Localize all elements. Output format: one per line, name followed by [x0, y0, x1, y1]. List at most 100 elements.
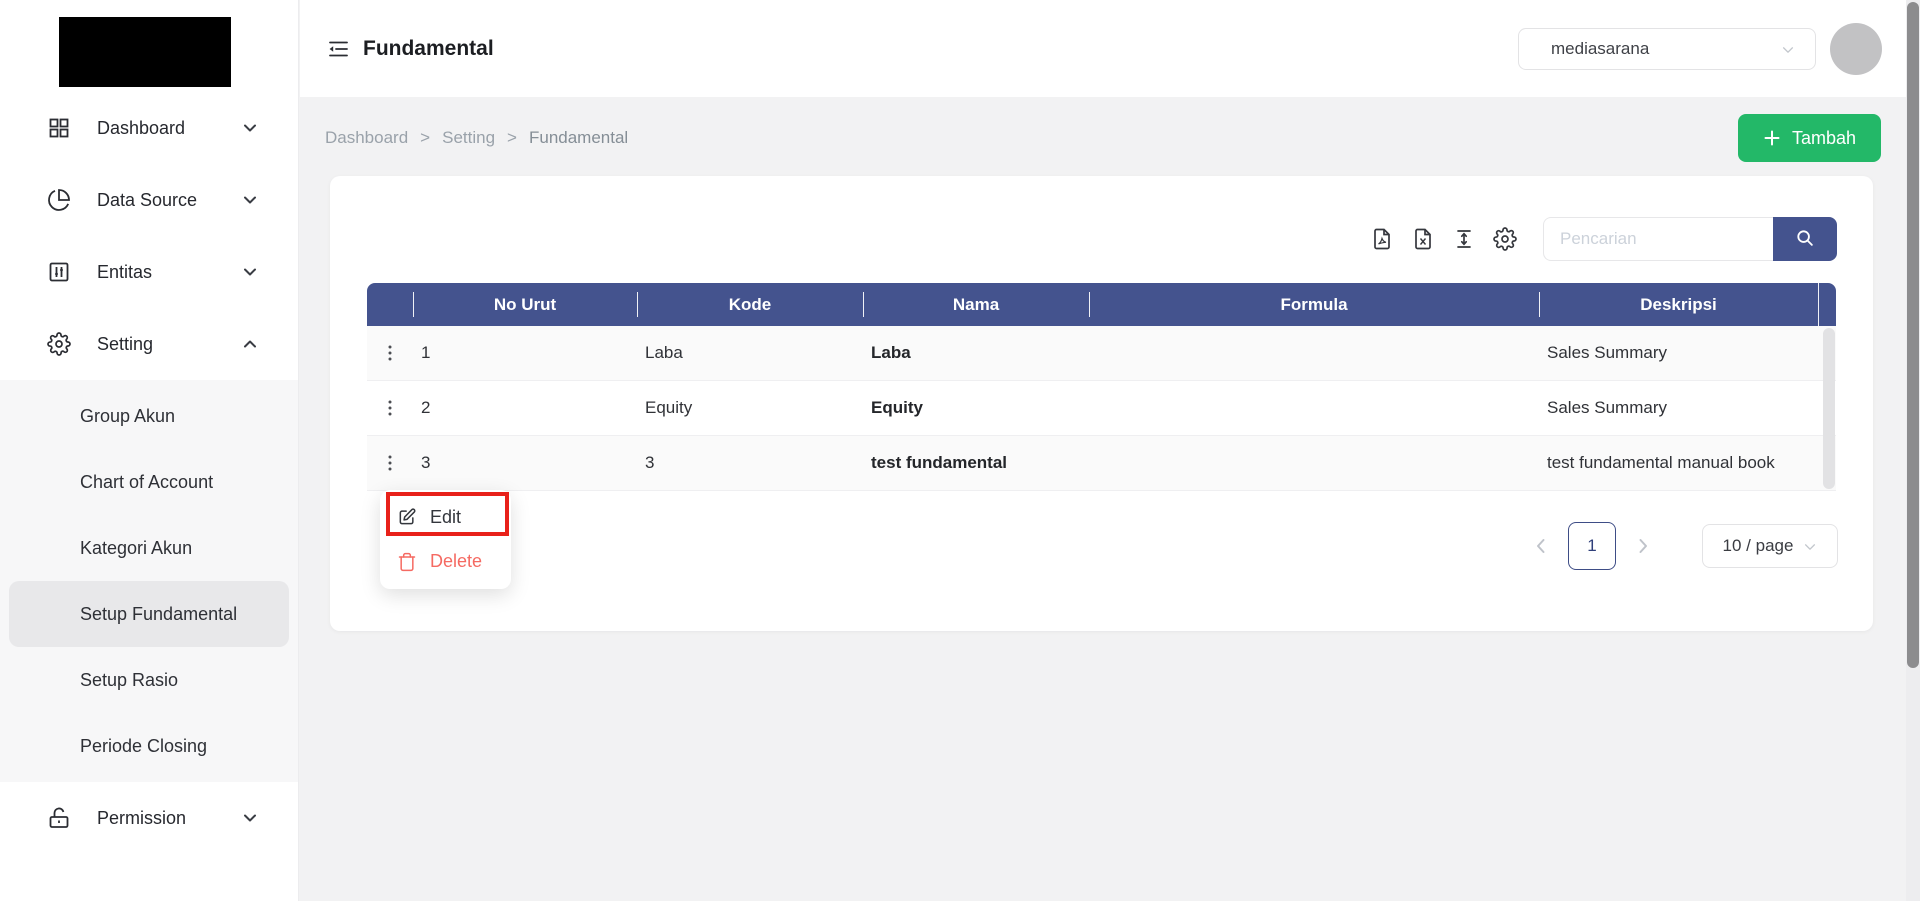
search-group [1543, 217, 1837, 261]
menu-fold-icon[interactable] [326, 37, 350, 61]
cell-formula [1089, 381, 1539, 435]
sidebar-subitem-label: Periode Closing [80, 736, 207, 757]
table-header-kode: Kode [637, 283, 863, 326]
column-height-icon[interactable] [1452, 227, 1476, 251]
export-pdf-icon[interactable] [1370, 227, 1394, 251]
kebab-menu-icon[interactable] [380, 343, 400, 363]
table-header-scroll-gutter [1818, 283, 1836, 326]
chevron-right-icon[interactable] [1633, 536, 1653, 556]
table-header-formula: Formula [1089, 283, 1539, 326]
sidebar-item-entitas[interactable]: Entitas [0, 236, 298, 308]
chevron-left-icon[interactable] [1531, 536, 1551, 556]
sidebar-item-group-akun[interactable]: Group Akun [0, 383, 298, 449]
edit-icon [397, 507, 417, 527]
sidebar-item-label: Entitas [97, 262, 242, 283]
context-menu-delete[interactable]: Delete [380, 540, 511, 584]
context-menu-delete-label: Delete [430, 551, 482, 572]
search-icon [1794, 227, 1816, 252]
page-scrollbar[interactable] [1906, 0, 1920, 901]
sidebar-submenu-setting: Group Akun Chart of Account Kategori Aku… [0, 380, 298, 782]
export-excel-icon[interactable] [1411, 227, 1435, 251]
kebab-menu-icon[interactable] [380, 453, 400, 473]
lock-open-icon [47, 806, 71, 830]
cell-no-urut: 2 [413, 381, 637, 435]
context-menu-edit[interactable]: Edit [380, 495, 511, 539]
sidebar-subitem-label: Chart of Account [80, 472, 213, 493]
sidebar-item-label: Data Source [97, 190, 242, 211]
sidebar-item-dashboard[interactable]: Dashboard [0, 92, 298, 164]
fundamental-table: No Urut Kode Nama Formula Deskripsi 1 La… [367, 283, 1836, 491]
table-header-no-urut: No Urut [413, 283, 637, 326]
cell-deskripsi: Sales Summary [1539, 381, 1818, 435]
sidebar-item-data-source[interactable]: Data Source [0, 164, 298, 236]
sidebar-item-permission[interactable]: Permission [0, 782, 298, 854]
top-bar: Fundamental mediasarana [300, 0, 1920, 97]
organization-select[interactable]: mediasarana [1518, 28, 1816, 70]
row-context-menu: Edit Delete [380, 490, 511, 589]
trash-icon [397, 552, 417, 572]
pie-chart-icon [47, 188, 71, 212]
breadcrumb-item-fundamental: Fundamental [529, 128, 628, 148]
search-input[interactable] [1543, 217, 1773, 261]
sidebar-item-label: Permission [97, 808, 242, 829]
sidebar-subitem-label: Setup Fundamental [80, 604, 237, 625]
sidebar-item-chart-of-account[interactable]: Chart of Account [0, 449, 298, 515]
search-button[interactable] [1773, 217, 1837, 261]
table-row: 3 3 test fundamental test fundamental ma… [367, 436, 1836, 491]
sidebar-subitem-label: Group Akun [80, 406, 175, 427]
sidebar-item-setting[interactable]: Setting [0, 308, 298, 380]
cell-kode: 3 [637, 436, 863, 490]
table-body: 1 Laba Laba Sales Summary 2 Equity E [367, 326, 1836, 491]
page-title: Fundamental [363, 37, 494, 61]
sliders-icon [47, 260, 71, 284]
add-button[interactable]: Tambah [1738, 114, 1881, 162]
user-avatar[interactable] [1830, 23, 1882, 75]
cell-no-urut: 1 [413, 326, 637, 380]
sidebar-item-periode-closing[interactable]: Periode Closing [0, 713, 298, 779]
cell-nama: Equity [863, 381, 1089, 435]
page-size-select[interactable]: 10 / page [1702, 524, 1838, 568]
cell-kode: Equity [637, 381, 863, 435]
kebab-menu-icon[interactable] [380, 398, 400, 418]
plus-icon [1763, 129, 1781, 147]
table-header-actions [367, 283, 413, 326]
table-settings-gear-icon[interactable] [1493, 227, 1517, 251]
table-scrollbar-thumb[interactable] [1823, 328, 1835, 489]
organization-select-value: mediasarana [1551, 39, 1649, 59]
cell-kode: Laba [637, 326, 863, 380]
chevron-down-icon [242, 192, 258, 208]
cell-no-urut: 3 [413, 436, 637, 490]
sidebar-item-label: Setting [97, 334, 242, 355]
app-logo [59, 17, 231, 87]
table-header-deskripsi: Deskripsi [1539, 283, 1818, 326]
table-toolbar [1370, 217, 1837, 261]
pagination-page-1[interactable]: 1 [1568, 522, 1616, 570]
chevron-down-icon [242, 264, 258, 280]
cell-nama: Laba [863, 326, 1089, 380]
top-bar-right: mediasarana [1518, 0, 1882, 97]
table-row: 2 Equity Equity Sales Summary [367, 381, 1836, 436]
table-header-row: No Urut Kode Nama Formula Deskripsi [367, 283, 1836, 326]
grid-icon [47, 116, 71, 140]
sidebar-item-setup-rasio[interactable]: Setup Rasio [0, 647, 298, 713]
chevron-up-icon [242, 336, 258, 352]
cell-formula [1089, 326, 1539, 380]
sidebar-nav: Dashboard Data Source Entitas [0, 92, 298, 854]
chevron-down-icon [242, 120, 258, 136]
sidebar-item-kategori-akun[interactable]: Kategori Akun [0, 515, 298, 581]
add-button-label: Tambah [1792, 128, 1856, 149]
sidebar-item-setup-fundamental[interactable]: Setup Fundamental [9, 581, 289, 647]
breadcrumb-item-setting[interactable]: Setting [442, 128, 495, 148]
cell-deskripsi: Sales Summary [1539, 326, 1818, 380]
page: Dashboard Data Source Entitas [0, 0, 1920, 901]
page-scrollbar-thumb[interactable] [1907, 2, 1919, 668]
breadcrumb-separator: > [420, 128, 430, 148]
pagination: 1 10 / page [1531, 522, 1838, 570]
breadcrumb-item-dashboard[interactable]: Dashboard [325, 128, 408, 148]
chevron-down-icon [242, 810, 258, 826]
context-menu-edit-label: Edit [430, 507, 461, 528]
sidebar-subitem-label: Kategori Akun [80, 538, 192, 559]
sidebar-subitem-label: Setup Rasio [80, 670, 178, 691]
table-row: 1 Laba Laba Sales Summary [367, 326, 1836, 381]
chevron-down-icon [1803, 539, 1817, 553]
